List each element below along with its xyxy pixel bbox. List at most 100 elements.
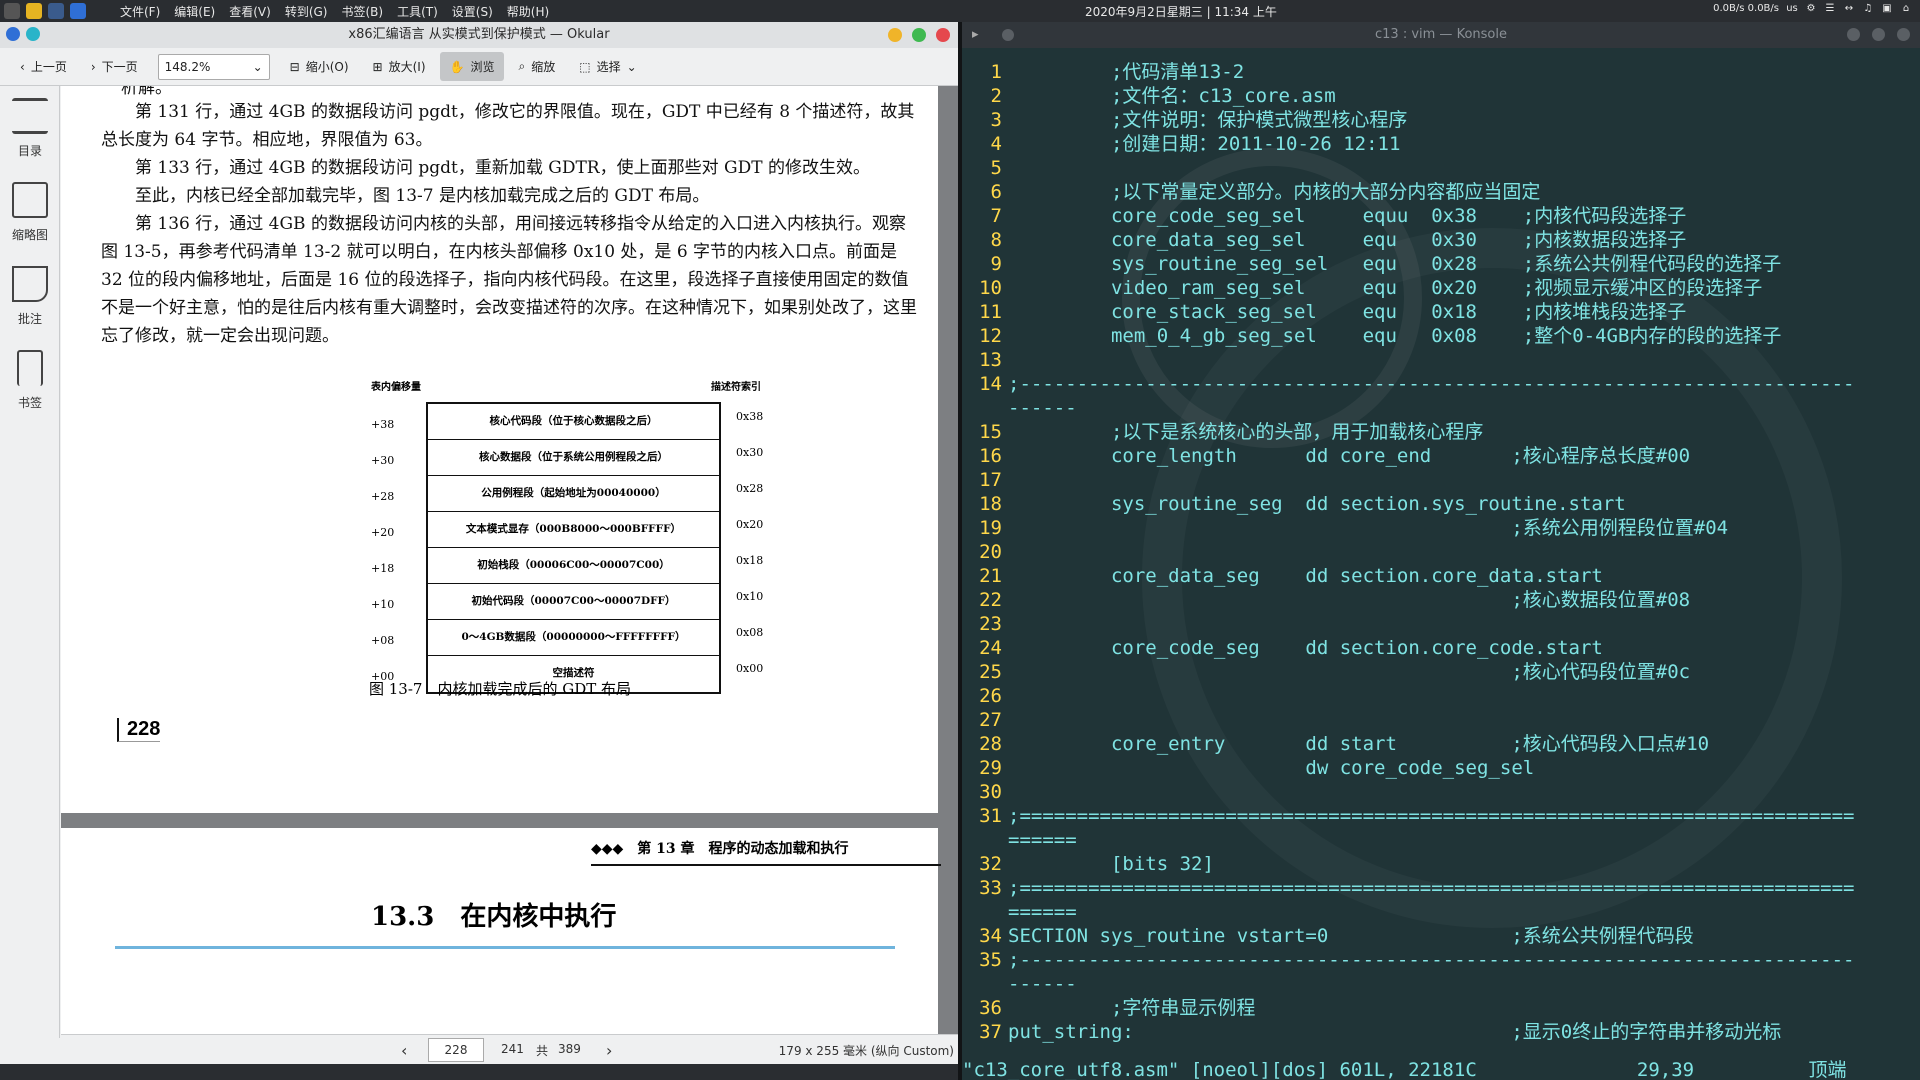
menu-help[interactable]: 帮助(H) (507, 3, 549, 20)
line-number: 20 (979, 541, 1002, 563)
app-icon-yellow[interactable] (26, 3, 42, 19)
code-text: ;文件说明：保护模式微型核心程序 (1008, 109, 1408, 131)
battery-icon[interactable]: ▣ (1881, 2, 1893, 16)
next-page-button[interactable]: › 下一页 (81, 52, 148, 81)
vim-editor[interactable]: 1 ;代码清单13-2 2 ;文件名：c13_core.asm 3 ;文件说明：保护… (962, 48, 1920, 1080)
sidebar-item-annotations[interactable]: 批注 (0, 254, 60, 338)
system-tray: 0.0B/s 0.0B/s us ⚙ ☰ ↔ ♫ ▣ ⌂ (1713, 2, 1912, 16)
line-number: 26 (979, 685, 1002, 707)
gdt-offset: +38 (371, 418, 395, 431)
select-icon: ⬚ (579, 59, 591, 74)
line-number: 30 (979, 781, 1002, 803)
konsole-titlebar[interactable]: ▸ c13 : vim — Konsole (962, 22, 1920, 48)
menu-settings[interactable]: 设置(S) (452, 3, 493, 20)
code-line: 20 (962, 540, 1008, 564)
maximize-button[interactable] (1872, 28, 1885, 41)
menu-bookmarks[interactable]: 书签(B) (341, 3, 383, 20)
minimize-button[interactable] (888, 28, 902, 42)
app-launcher-icons[interactable] (4, 3, 86, 19)
clock[interactable]: 2020年9月2日星期三 | 11:34 上午 (1085, 3, 1277, 20)
pin-icon[interactable] (1002, 29, 1014, 41)
switch-icon[interactable]: ↔ (1843, 2, 1855, 16)
prev-page-label: 上一页 (30, 60, 67, 74)
maximize-button[interactable] (912, 28, 926, 42)
select-tool-button[interactable]: ⬚ 选择 ⌄ (569, 52, 646, 81)
section-heading: 13.3 在内核中执行 (371, 902, 617, 932)
menu-go[interactable]: 转到(G) (285, 3, 328, 20)
menu-view[interactable]: 查看(V) (229, 3, 271, 20)
prev-page-button[interactable]: ‹ 上一页 (10, 52, 77, 81)
code-text: core_code_seg dd section.core_code.start (1008, 637, 1603, 659)
okular-statusbar: ‹ 228 241 共 389 › 179 x 255 毫米 (纵向 Custo… (61, 1034, 958, 1064)
close-button[interactable] (1897, 28, 1910, 41)
line-number: 4 (990, 133, 1002, 155)
zoom-out-icon: ⊟ (289, 59, 300, 74)
menu-icon[interactable]: ☰ (1824, 2, 1836, 16)
menu-edit[interactable]: 编辑(E) (174, 3, 215, 20)
chevron-right-icon[interactable]: › (606, 1041, 612, 1060)
figure-caption: 图 13-7 内核加载完成后的 GDT 布局 (369, 680, 632, 698)
keyboard-layout[interactable]: us (1786, 2, 1798, 16)
code-text: sys_routine_seg dd section.sys_routine.s… (1008, 493, 1626, 515)
gdt-index: 0x38 (736, 410, 764, 423)
image-icon (12, 181, 48, 218)
paragraph-133: 第 133 行，通过 4GB 的数据段访问 pgdt，重新加载 GDTR，使上面… (135, 158, 870, 178)
code-text: [bits 32] (1008, 853, 1214, 875)
close-button[interactable] (936, 28, 950, 42)
document-view[interactable]: 析解。 第 131 行，通过 4GB 的数据段访问 pgdt，修改它的界限值。现… (61, 86, 958, 1038)
line-number: 1 (990, 61, 1002, 83)
sidebar-item-label: 目录 (17, 143, 42, 158)
browse-tool-button[interactable]: ✋ 浏览 (439, 52, 505, 81)
minimize-button[interactable] (1847, 28, 1860, 41)
next-page-label: 下一页 (101, 60, 138, 74)
zoom-in-label: 放大(I) (388, 60, 426, 74)
app-icon-terminal[interactable] (48, 3, 64, 19)
code-text: ;核心数据段位置#08 (1008, 589, 1691, 611)
okular-window: x86汇编语言 从实模式到保护模式 — Okular ‹ 上一页 › 下一页 148… (0, 22, 958, 1080)
line-number: 21 (979, 565, 1002, 587)
sidebar-item-bookmarks[interactable]: 书签 (0, 338, 60, 422)
line-number: 19 (979, 517, 1002, 539)
sidebar-item-contents[interactable]: 目录 (0, 86, 60, 170)
chevron-left-icon[interactable]: ‹ (401, 1041, 407, 1060)
home-icon[interactable]: ⌂ (1900, 2, 1912, 16)
sidebar-item-thumbnails[interactable]: 缩略图 (0, 170, 60, 254)
browse-label: 浏览 (470, 60, 495, 74)
paragraph-loaded: 至此，内核已经全部加载完毕，图 13-7 是内核加载完成之后的 GDT 布局。 (135, 186, 710, 206)
settings-icon[interactable]: ⚙ (1805, 2, 1817, 16)
zoom-select[interactable]: 148.2% ⌄ (157, 53, 270, 80)
code-line: 28 core_entry dd start ;核心代码段入口点#10 (962, 732, 1709, 756)
line-number: 32 (979, 853, 1002, 875)
paragraph-136: 第 136 行，通过 4GB 的数据段访问内核的头部，用间接远转移指令从给定的入… (101, 214, 917, 346)
apple-menu-icon[interactable] (4, 3, 20, 19)
code-line: ------ (962, 972, 1077, 996)
zoom-tool-button[interactable]: ⌕ 缩放 (508, 52, 565, 81)
zoom-out-button[interactable]: ⊟ 缩小(O) (280, 52, 359, 81)
okular-window-title: x86汇编语言 从实模式到保护模式 — Okular (348, 27, 610, 42)
app-icon-okular[interactable] (70, 3, 86, 19)
okular-titlebar[interactable]: x86汇编语言 从实模式到保护模式 — Okular (0, 22, 958, 48)
system-top-bar: 文件(F) 编辑(E) 查看(V) 转到(G) 书签(B) 工具(T) 设置(S… (0, 0, 1920, 22)
menu-file[interactable]: 文件(F) (120, 3, 160, 20)
line-number: 6 (990, 181, 1002, 203)
menu-tools[interactable]: 工具(T) (397, 3, 438, 20)
code-line: 19 ;系统公用例程段位置#04 (962, 516, 1728, 540)
line-number: 29 (979, 757, 1002, 779)
line-number: 12 (979, 325, 1002, 347)
code-text: ;以下是系统核心的头部，用于加载核心程序 (1008, 421, 1484, 443)
volume-icon[interactable]: ♫ (1862, 2, 1874, 16)
chevron-down-icon: ⌄ (252, 59, 263, 74)
chapter-header: ◆◆◆ 第 13 章 程序的动态加载和执行 (591, 838, 941, 866)
code-text: ;创建日期：2011-10-26 12:11 (1008, 133, 1401, 155)
line-number: 13 (979, 349, 1002, 371)
code-line: 29 dw core_code_seg_sel (962, 756, 1534, 780)
page-input[interactable]: 228 (428, 1038, 484, 1062)
code-line: 6 ;以下常量定义部分。内核的大部分内容都应当固定 (962, 180, 1541, 204)
pin-icon[interactable] (26, 27, 40, 41)
zoom-in-button[interactable]: ⊞ 放大(I) (363, 52, 436, 81)
gdt-offset: +08 (371, 634, 395, 647)
code-text: ;核心代码段位置#0c (1008, 661, 1691, 683)
bookmark-icon (17, 349, 43, 386)
page-of-label: 共 (536, 1044, 549, 1058)
code-line: 1 ;代码清单13-2 (962, 60, 1245, 84)
